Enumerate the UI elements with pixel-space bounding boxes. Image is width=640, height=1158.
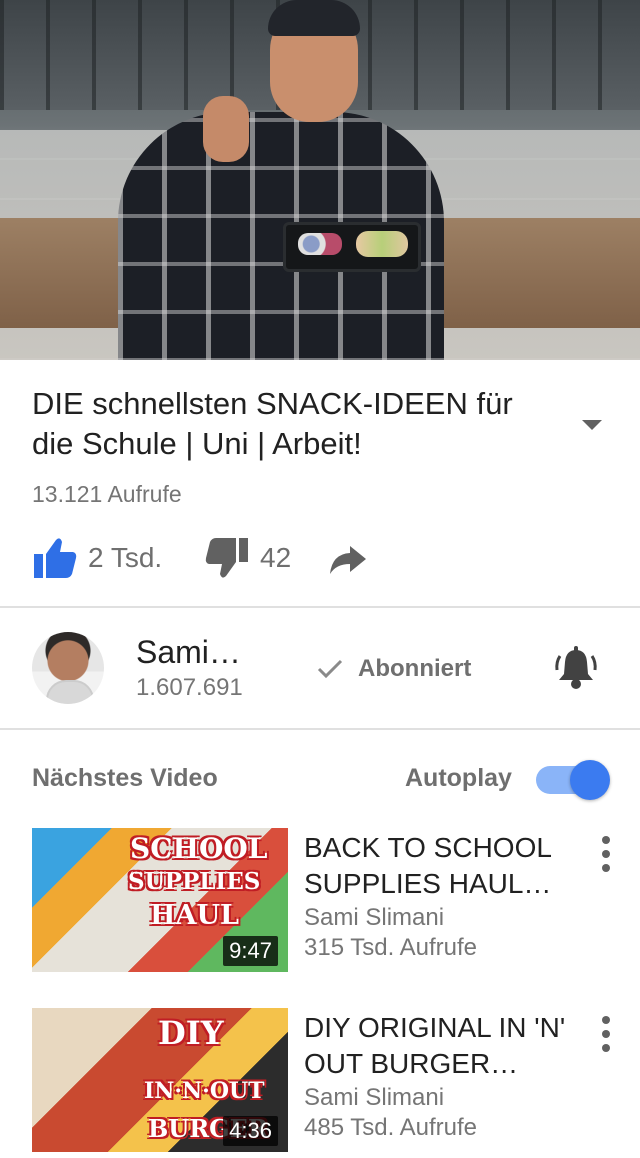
chevron-down-icon (582, 420, 602, 430)
video-thumbnail[interactable]: DIY IN·N·OUT BURGER 4:36 (32, 1008, 288, 1152)
video-views: 315 Tsd. Aufrufe (304, 934, 478, 961)
more-vert-icon (594, 836, 618, 872)
expand-description-button[interactable] (576, 412, 608, 436)
share-button[interactable] (328, 536, 368, 580)
channel-name[interactable]: Sami… (136, 634, 241, 671)
checkmark-icon (317, 659, 343, 679)
subscriber-count: 1.607.691 (136, 674, 243, 701)
bell-ringing-icon (555, 646, 597, 689)
video-player[interactable] (0, 0, 640, 360)
snack-berries (298, 233, 342, 255)
view-count: 13.121 Aufrufe (32, 481, 182, 507)
like-count: 2 Tsd. (88, 542, 163, 573)
video-channel: Sami Slimani (304, 1084, 445, 1111)
autoplay-label: Autoplay (405, 764, 512, 792)
thumbnail-text: SCHOOL (130, 832, 268, 865)
snack-box (283, 222, 421, 272)
presenter-hand (203, 96, 249, 162)
thumbnail-text: IN·N·OUT (144, 1078, 265, 1104)
snack-sandwich (356, 231, 408, 257)
subscribed-label: Abonniert (358, 655, 472, 682)
more-vert-icon (594, 1016, 618, 1052)
dislike-button[interactable]: 42 (204, 536, 291, 580)
thumbnail-text: HAUL (150, 900, 239, 931)
video-title: DIE schnellsten SNACK-IDEEN für die Schu… (32, 386, 513, 461)
dislike-count: 42 (260, 542, 292, 573)
share-icon (330, 546, 366, 574)
thumbnail-text: DIY (158, 1014, 224, 1052)
thumbnail-text: SUPPLIES (128, 868, 261, 895)
subscribed-button[interactable]: Abonniert (316, 652, 471, 686)
video-title[interactable]: DIY ORIGINAL IN 'N' OUT BURGER… (304, 1010, 584, 1082)
video-channel: Sami Slimani (304, 904, 445, 931)
list-item[interactable]: SCHOOL SUPPLIES HAUL 9:47 BACK TO SCHOOL… (0, 828, 640, 978)
like-button[interactable]: 2 Tsd. (32, 536, 162, 580)
video-duration: 9:47 (223, 936, 278, 966)
more-options-button[interactable] (594, 836, 618, 876)
video-title[interactable]: BACK TO SCHOOL SUPPLIES HAUL… (304, 830, 584, 902)
thumbs-up-icon (34, 538, 77, 578)
video-duration: 4:36 (223, 1116, 278, 1146)
divider (0, 728, 640, 730)
action-bar: 2 Tsd. 42 (0, 530, 640, 590)
autoplay-toggle[interactable] (536, 760, 610, 800)
channel-avatar[interactable] (32, 632, 104, 704)
up-next-label: Nächstes Video (32, 764, 218, 792)
video-views: 485 Tsd. Aufrufe (304, 1114, 478, 1141)
notification-bell-button[interactable] (552, 644, 600, 692)
presenter-cap (268, 0, 360, 36)
video-thumbnail[interactable]: SCHOOL SUPPLIES HAUL 9:47 (32, 828, 288, 972)
divider (0, 606, 640, 608)
thumbs-down-icon (205, 538, 248, 578)
toggle-knob (570, 760, 610, 800)
more-options-button[interactable] (594, 1016, 618, 1056)
